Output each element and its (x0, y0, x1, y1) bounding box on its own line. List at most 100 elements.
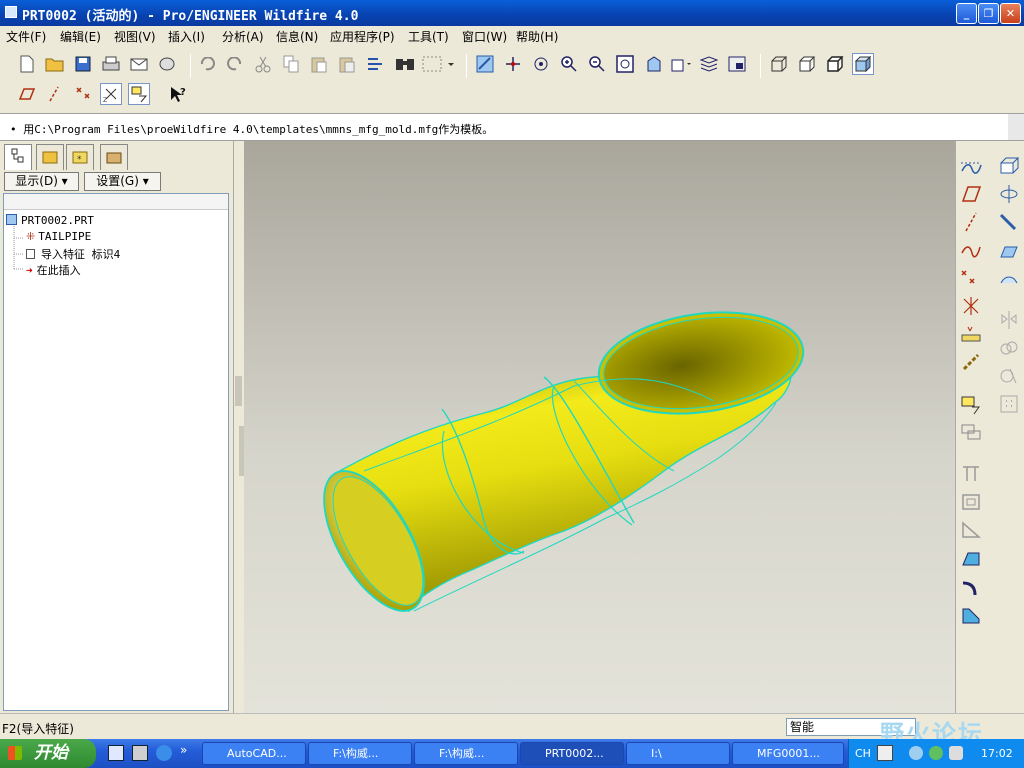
quicklaunch-desktop-icon[interactable] (108, 745, 124, 761)
collapse-handle[interactable] (235, 376, 242, 406)
quicklaunch-app-icon[interactable] (132, 745, 148, 761)
tree-item-part[interactable]: PRT0002.PRT (6, 214, 94, 227)
tab-favorites[interactable]: * (66, 144, 94, 170)
close-button[interactable]: ✕ (1000, 3, 1021, 24)
spin-center-icon[interactable] (502, 53, 524, 75)
no-hidden-icon[interactable] (824, 53, 846, 75)
menu-help[interactable]: 帮助(H) (516, 28, 558, 45)
cut-icon[interactable] (252, 53, 274, 75)
save-icon[interactable] (72, 53, 94, 75)
draft-icon[interactable] (960, 547, 982, 569)
menu-analysis[interactable]: 分析(A) (222, 28, 264, 45)
tree-item-import-feature[interactable]: 导入特征 标识4 (26, 246, 120, 262)
task-prt0002[interactable]: PRT0002... (520, 742, 624, 765)
rib-icon[interactable] (960, 519, 982, 541)
refit-icon[interactable] (614, 53, 636, 75)
task-mfg0001[interactable]: MFG0001... (732, 742, 844, 765)
regenerate-icon[interactable] (364, 53, 386, 75)
tab-connections[interactable] (100, 144, 128, 170)
extrude-icon[interactable] (960, 421, 982, 443)
menu-applications[interactable]: 应用程序(P) (330, 28, 395, 45)
saved-views-icon[interactable] (670, 53, 692, 75)
menu-file[interactable]: 文件(F) (6, 28, 46, 45)
view-manager-icon[interactable] (726, 53, 748, 75)
send-link-icon[interactable] (156, 53, 178, 75)
menu-info[interactable]: 信息(N) (276, 28, 318, 45)
datum-point-display-icon[interactable] (72, 83, 94, 105)
graphics-viewport[interactable] (244, 141, 955, 713)
hole-icon[interactable] (960, 463, 982, 485)
trim-tool-icon[interactable] (998, 365, 1020, 387)
sketch-curve-icon[interactable] (960, 155, 982, 177)
menu-insert[interactable]: 插入(I) (168, 28, 205, 45)
tray-network-icon[interactable] (909, 746, 923, 760)
tray-volume-icon[interactable] (949, 746, 963, 760)
task-folder-2[interactable]: F:\构威... (414, 742, 518, 765)
merge-tool-icon[interactable] (998, 337, 1020, 359)
redo-icon[interactable] (224, 53, 246, 75)
task-autocad[interactable]: AutoCAD... (202, 742, 306, 765)
analysis-feature-icon[interactable] (960, 323, 982, 345)
shell-icon[interactable] (960, 491, 982, 513)
sweep-tool-icon[interactable] (998, 211, 1020, 233)
menu-view[interactable]: 视图(V) (114, 28, 156, 45)
tab-model-tree[interactable] (4, 144, 32, 170)
csys-display-icon[interactable]: Z (100, 83, 122, 105)
show-dropdown[interactable]: 显示(D) ▾ (4, 172, 79, 191)
orient-mode-icon[interactable] (530, 53, 552, 75)
paste-special-icon[interactable] (336, 53, 358, 75)
find-icon[interactable] (394, 53, 416, 75)
menu-edit[interactable]: 编辑(E) (60, 28, 101, 45)
datum-axis-icon[interactable] (960, 211, 982, 233)
hidden-line-icon[interactable] (796, 53, 818, 75)
datum-curve-icon[interactable] (960, 239, 982, 261)
round-icon[interactable] (960, 575, 982, 597)
tree-item-tailpipe[interactable]: ⁜ TAILPIPE (26, 230, 91, 243)
task-drive-i[interactable]: I:\ (626, 742, 730, 765)
repaint-icon[interactable] (474, 53, 496, 75)
zoom-out-icon[interactable] (586, 53, 608, 75)
quicklaunch-more-icon[interactable]: » (180, 743, 187, 757)
start-button[interactable]: 开始 (0, 739, 96, 768)
ime-tool-icon[interactable] (877, 745, 893, 761)
new-file-icon[interactable] (16, 53, 38, 75)
pattern-tool-icon[interactable] (998, 393, 1020, 415)
coordinate-system-icon[interactable] (960, 295, 982, 317)
mirror-tool-icon[interactable] (998, 309, 1020, 331)
revolve-tool-icon[interactable] (998, 183, 1020, 205)
extrude-tool-icon[interactable] (998, 155, 1020, 177)
menu-window[interactable]: 窗口(W) (462, 28, 507, 45)
minimize-button[interactable]: _ (956, 3, 977, 24)
reorient-icon[interactable] (642, 53, 664, 75)
undo-icon[interactable] (196, 53, 218, 75)
layers-icon[interactable] (698, 53, 720, 75)
shading-icon[interactable] (852, 53, 874, 75)
message-scrollbar[interactable] (1008, 114, 1024, 140)
send-mail-icon[interactable] (128, 53, 150, 75)
paste-icon[interactable] (308, 53, 330, 75)
datum-axis-display-icon[interactable] (44, 83, 66, 105)
print-icon[interactable] (100, 53, 122, 75)
quicklaunch-ie-icon[interactable] (156, 745, 172, 761)
sketch-tool-icon[interactable] (960, 393, 982, 415)
tree-item-insert-here[interactable]: ➜ 在此插入 (26, 262, 81, 278)
boundary-blend-icon[interactable] (998, 267, 1020, 289)
datum-plane-icon[interactable] (960, 183, 982, 205)
navigator-splitter[interactable] (233, 141, 246, 713)
ime-indicator[interactable]: CH (855, 747, 871, 760)
context-help-icon[interactable]: ? (168, 83, 190, 105)
datum-plane-display-icon[interactable] (16, 83, 38, 105)
settings-dropdown[interactable]: 设置(G) ▾ (84, 172, 161, 191)
tray-security-icon[interactable] (929, 746, 943, 760)
tab-folder-browser[interactable] (36, 144, 64, 170)
zoom-in-icon[interactable] (558, 53, 580, 75)
task-folder-1[interactable]: F:\构威... (308, 742, 412, 765)
datum-point-icon[interactable] (960, 267, 982, 289)
menu-tools[interactable]: 工具(T) (408, 28, 449, 45)
copy-icon[interactable] (280, 53, 302, 75)
selection-box-icon[interactable] (420, 53, 456, 75)
restore-button[interactable]: ❐ (978, 3, 999, 24)
blend-tool-icon[interactable] (998, 239, 1020, 261)
annotation-display-icon[interactable] (128, 83, 150, 105)
chamfer-icon[interactable] (960, 603, 982, 625)
